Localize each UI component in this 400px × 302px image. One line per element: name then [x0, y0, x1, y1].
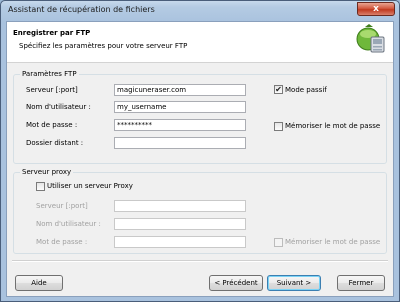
next-button[interactable]: Suivant > [267, 275, 321, 291]
ftp-settings-legend: Paramètres FTP [20, 70, 79, 78]
proxy-remember-password-checkbox[interactable] [274, 238, 283, 247]
ftp-upload-icon [356, 24, 385, 53]
passive-mode-checkbox[interactable]: ✔ [274, 85, 283, 94]
page-title: Enregistrer par FTP [13, 29, 91, 37]
ftp-server-label: Serveur [:port] [26, 86, 78, 94]
use-proxy-label[interactable]: Utiliser un serveur Proxy [47, 182, 133, 190]
help-button[interactable]: Aide [15, 275, 63, 291]
footer-separator [12, 260, 388, 262]
proxy-username-label: Nom d'utilisateur : [36, 220, 101, 228]
title-bar[interactable]: Assistant de récupération de fichiers x [1, 1, 399, 21]
ftp-settings-group: Paramètres FTP Serveur [:port] magicuner… [13, 70, 387, 164]
wizard-window: Assistant de récupération de fichiers x … [0, 0, 400, 302]
proxy-server-label: Serveur [:port] [36, 202, 88, 210]
proxy-password-label: Mot de passe : [36, 238, 88, 246]
use-proxy-checkbox[interactable] [36, 182, 45, 191]
window-close-button[interactable]: x [357, 2, 395, 16]
proxy-settings-group: Serveur proxy Utiliser un serveur Proxy … [13, 168, 387, 254]
ftp-remember-password-label[interactable]: Mémoriser le mot de passe [285, 122, 380, 130]
proxy-server-input[interactable] [114, 200, 246, 212]
window-title: Assistant de récupération de fichiers [8, 5, 155, 14]
ftp-remote-folder-label: Dossier distant : [26, 139, 84, 147]
passive-mode-label[interactable]: Mode passif [285, 86, 327, 94]
page-subtitle: Spécifiez les paramètres pour votre serv… [19, 42, 188, 50]
proxy-settings-legend: Serveur proxy [20, 168, 74, 176]
ftp-password-input[interactable]: ********** [114, 119, 246, 131]
previous-button[interactable]: < Précédent [209, 275, 263, 291]
ftp-server-input[interactable]: magicuneraser.com [114, 84, 246, 96]
dialog-client-area: Enregistrer par FTP Spécifiez les paramè… [6, 21, 394, 297]
ftp-remote-folder-input[interactable] [114, 137, 246, 149]
proxy-remember-password-label[interactable]: Mémoriser le mot de passe [285, 238, 380, 246]
ftp-username-label: Nom d'utilisateur : [26, 103, 91, 111]
ftp-remember-password-checkbox[interactable] [274, 122, 283, 131]
proxy-password-input[interactable] [114, 236, 246, 248]
close-button[interactable]: Fermer [337, 275, 385, 291]
ftp-password-label: Mot de passe : [26, 121, 78, 129]
wizard-header: Enregistrer par FTP Spécifiez les paramè… [7, 22, 393, 63]
proxy-username-input[interactable] [114, 218, 246, 230]
ftp-username-input[interactable]: my_username [114, 101, 246, 113]
